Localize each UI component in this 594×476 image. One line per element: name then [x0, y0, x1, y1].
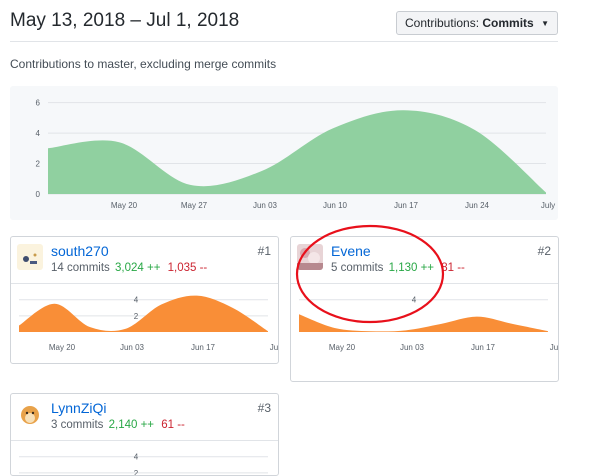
additions-count: 3,024 ++: [115, 262, 161, 274]
contributor-rank: #3: [257, 401, 271, 415]
contributor-rank: #1: [257, 244, 271, 258]
contributor-chart: 4 May 20 Jun 03 Jun 17 Ju: [299, 296, 558, 352]
y-tick-label: 4: [134, 296, 139, 305]
contributions-label: Contributions:: [405, 16, 480, 30]
x-tick-label: Jun 17: [394, 201, 419, 210]
series-area: [19, 295, 268, 332]
x-tick-label: July: [541, 201, 555, 210]
y-tick-label: 4: [134, 453, 139, 462]
date-range: May 13, 2018 – Jul 1, 2018: [10, 10, 240, 31]
main-chart-svg: 0 2 4 6 May 20 May 27 Jun 03 Jun 10 Jun 17 Jun 24…: [36, 99, 556, 210]
x-tick-label: Jun 03: [253, 201, 278, 210]
contributor-chart: 2 4 May 20 Jun 03 Jun 17 Ju: [19, 295, 278, 352]
contributor-rank: #2: [537, 244, 551, 258]
x-tick-label: May 27: [181, 201, 208, 210]
contributions-subtitle: Contributions to master, excluding merge…: [10, 57, 277, 71]
contributor-card-header: LynnZiQi 3 commits 2,140 ++ 61 -- #3: [11, 394, 278, 441]
contributor-name-link[interactable]: LynnZiQi: [51, 400, 107, 416]
commit-count: 3 commits: [51, 419, 104, 431]
avatar-icon[interactable]: [17, 244, 43, 270]
contributor-stats: 3 commits 2,140 ++ 61 --: [51, 419, 185, 431]
header-divider: [10, 41, 558, 42]
main-commits-chart: 0 2 4 6 May 20 May 27 Jun 03 Jun 10 Jun 17 Jun 24…: [10, 86, 558, 220]
contributions-dropdown-button[interactable]: Contributions: Commits ▼: [396, 11, 558, 35]
additions-count: 2,140 ++: [108, 419, 155, 431]
x-tick-label: May 20: [329, 343, 356, 352]
contributor-card-lynnziqi: LynnZiQi 3 commits 2,140 ++ 61 -- #3 42: [10, 393, 279, 476]
commit-count: 14 commits: [51, 262, 110, 274]
contributor-card-evene: Evene 5 commits 1,130 ++ 81 -- #2 4 May 2…: [290, 236, 559, 382]
x-tick-label: Jun 03: [400, 343, 425, 352]
x-tick-label: Jun 17: [471, 343, 496, 352]
contributor-card-south270: south270 14 commits 3,024 ++ 1,035 -- #1…: [10, 236, 279, 364]
contributor-chart: 42: [19, 453, 268, 475]
x-tick-label: Jun 24: [465, 201, 490, 210]
y-tick-label: 6: [36, 99, 41, 108]
deletions-count: 61 --: [161, 419, 185, 431]
y-tick-label: 2: [36, 160, 41, 169]
contributor-card-header: south270 14 commits 3,024 ++ 1,035 -- #1: [11, 237, 278, 284]
deletions-count: 1,035 --: [167, 262, 208, 274]
contributions-value: Commits: [482, 16, 534, 30]
series-area: [299, 314, 548, 332]
avatar-icon[interactable]: [297, 244, 323, 270]
x-tick-label: Ju: [550, 343, 558, 352]
y-tick-label: 4: [36, 129, 41, 138]
y-tick-label: 2: [134, 469, 139, 475]
avatar-icon[interactable]: [17, 401, 43, 427]
x-tick-label: Jun 10: [323, 201, 348, 210]
y-tick-label: 2: [134, 312, 139, 321]
x-tick-label: May 20: [49, 343, 76, 352]
x-tick-label: May 20: [111, 201, 138, 210]
x-tick-label: Jun 03: [120, 343, 145, 352]
contributor-name-link[interactable]: Evene: [331, 243, 371, 259]
additions-count: 1,130 ++: [388, 262, 435, 274]
contributor-stats: 14 commits 3,024 ++ 1,035 --: [51, 262, 207, 274]
y-tick-label: 4: [412, 296, 417, 305]
contributor-name-link[interactable]: south270: [51, 243, 109, 259]
caret-down-icon: ▼: [541, 19, 549, 28]
header: May 13, 2018 – Jul 1, 2018 Contributions…: [10, 10, 558, 40]
x-tick-label: Jun 17: [191, 343, 216, 352]
commit-count: 5 commits: [331, 262, 384, 274]
y-tick-label: 0: [36, 190, 41, 199]
contributor-stats: 5 commits 1,130 ++ 81 --: [331, 262, 465, 274]
deletions-count: 81 --: [441, 262, 465, 274]
contributor-card-header: Evene 5 commits 1,130 ++ 81 -- #2: [291, 237, 558, 284]
x-tick-label: Ju: [270, 343, 278, 352]
series-area: [48, 110, 546, 194]
